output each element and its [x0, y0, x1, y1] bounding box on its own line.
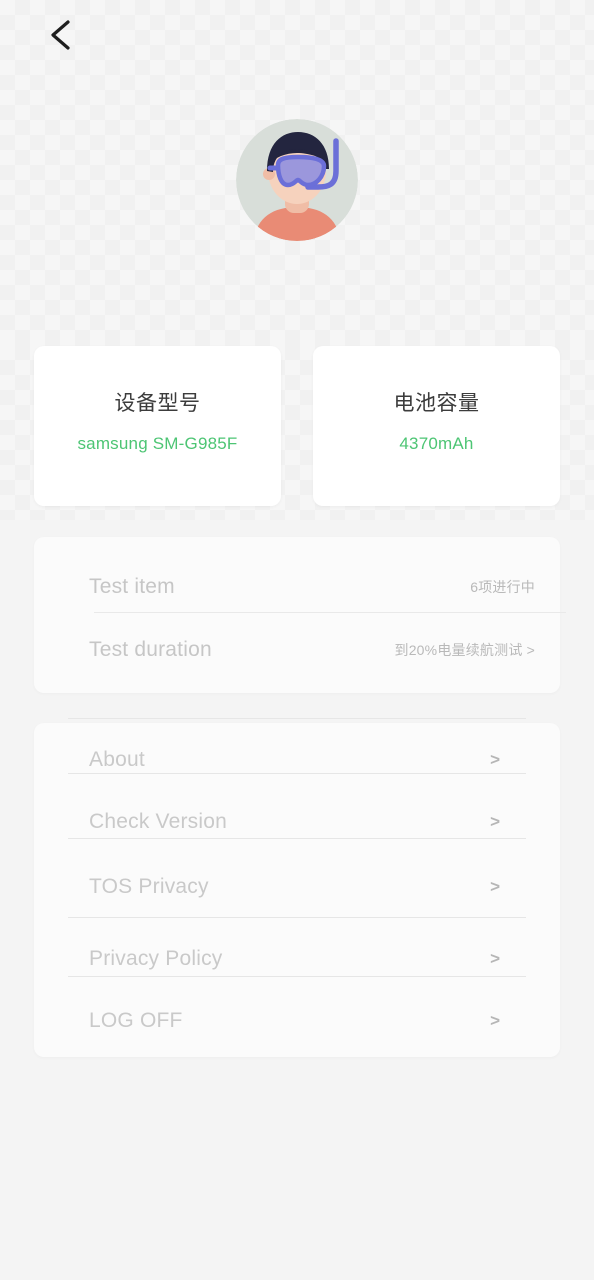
avatar[interactable] — [236, 119, 358, 241]
menu-item-check-version[interactable]: Check Version > — [34, 791, 560, 853]
chevron-right-icon: > — [490, 1011, 500, 1030]
avatar-snorkel-illustration — [236, 119, 358, 241]
chevron-right-icon: > — [490, 750, 500, 769]
menu-item-tos-privacy[interactable]: TOS Privacy > — [34, 856, 560, 918]
menu-divider-2 — [68, 838, 526, 839]
battery-capacity-value: 4370mAh — [399, 434, 474, 454]
device-model-title: 设备型号 — [114, 392, 201, 415]
chevron-right-icon: > — [490, 949, 500, 968]
chevron-right-icon: > — [490, 812, 500, 831]
test-item-value: 6项进行中 — [470, 579, 535, 595]
back-button[interactable] — [38, 12, 84, 58]
menu-divider-1 — [68, 773, 526, 774]
test-duration-label: Test duration — [89, 638, 212, 661]
device-info-row: 设备型号 samsung SM-G985F 电池容量 4370mAh — [34, 346, 560, 506]
settings-menu-card: About > Check Version > TOS Privacy > Pr… — [34, 723, 560, 1057]
menu-item-about[interactable]: About > — [34, 729, 560, 791]
menu-item-log-off[interactable]: LOG OFF > — [34, 990, 560, 1052]
menu-divider-4 — [68, 976, 526, 977]
menu-divider-3 — [68, 917, 526, 918]
test-summary-card: Test item 6项进行中 Test duration 到20%电量续航测试… — [34, 537, 566, 693]
test-item-row[interactable]: Test item 6项进行中 — [34, 557, 560, 617]
battery-capacity-title: 电池容量 — [393, 392, 480, 415]
menu-item-log-off-label: LOG OFF — [89, 1009, 183, 1032]
test-item-label: Test item — [89, 575, 175, 598]
test-duration-row[interactable]: Test duration 到20%电量续航测试 > — [34, 620, 560, 680]
test-duration-value: 到20%电量续航测试 > — [394, 642, 535, 658]
chevron-right-icon: > — [490, 877, 500, 896]
test-row-divider — [94, 612, 566, 613]
battery-capacity-card[interactable]: 电池容量 4370mAh — [313, 346, 560, 506]
menu-item-about-label: About — [89, 748, 145, 771]
menu-item-privacy-policy[interactable]: Privacy Policy > — [34, 928, 560, 990]
device-model-card[interactable]: 设备型号 samsung SM-G985F — [34, 346, 281, 506]
menu-item-privacy-policy-label: Privacy Policy — [89, 947, 223, 970]
top-bar — [0, 0, 594, 72]
menu-top-divider — [68, 718, 526, 719]
menu-item-tos-privacy-label: TOS Privacy — [89, 875, 209, 898]
profile-screen: 设备型号 samsung SM-G985F 电池容量 4370mAh Test … — [0, 0, 594, 1280]
menu-item-check-version-label: Check Version — [89, 810, 228, 833]
chevron-left-icon — [48, 18, 74, 52]
device-model-value: samsung SM-G985F — [77, 434, 238, 454]
